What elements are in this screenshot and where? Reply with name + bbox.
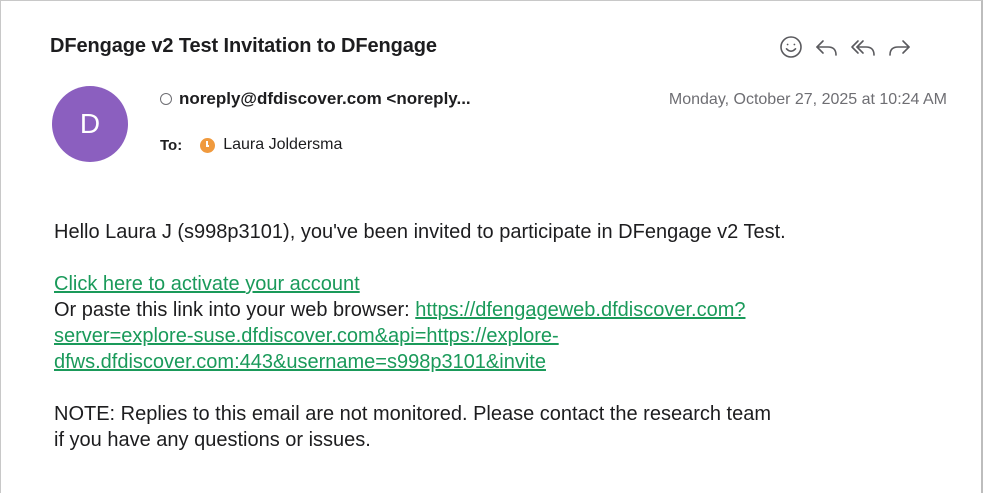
message-actions (773, 31, 917, 63)
paste-link-text: Or paste this link into your web browser… (54, 299, 416, 321)
email-subject: DFengage v2 Test Invitation to DFengage (50, 35, 437, 57)
recipient-row: To: Laura Joldersma (160, 136, 342, 154)
to-label: To: (160, 136, 183, 154)
sender-address[interactable]: noreply@dfdiscover.com <noreply... (179, 89, 471, 109)
reply-icon[interactable] (809, 31, 845, 63)
unread-status-icon (160, 93, 172, 105)
sender-row: noreply@dfdiscover.com <noreply... (160, 89, 471, 109)
greeting-text: Hello Laura J (s998p3101), you've been i… (54, 221, 786, 243)
forward-icon[interactable] (881, 31, 917, 63)
emoji-icon[interactable] (773, 31, 809, 63)
recipient-name[interactable]: Laura Joldersma (223, 136, 342, 154)
reply-all-icon[interactable] (845, 31, 881, 63)
email-date: Monday, October 27, 2025 at 10:24 AM (668, 91, 947, 108)
email-body: Hello Laura J (s998p3101), you've been i… (54, 219, 954, 453)
sender-avatar: D (52, 86, 128, 162)
note-text: NOTE: Replies to this email are not moni… (54, 403, 772, 451)
contact-badge-icon (200, 137, 216, 153)
activate-account-link[interactable]: Click here to activate your account (54, 273, 360, 295)
email-viewer: DFengage v2 Test Invitation to DFengage (0, 0, 983, 493)
